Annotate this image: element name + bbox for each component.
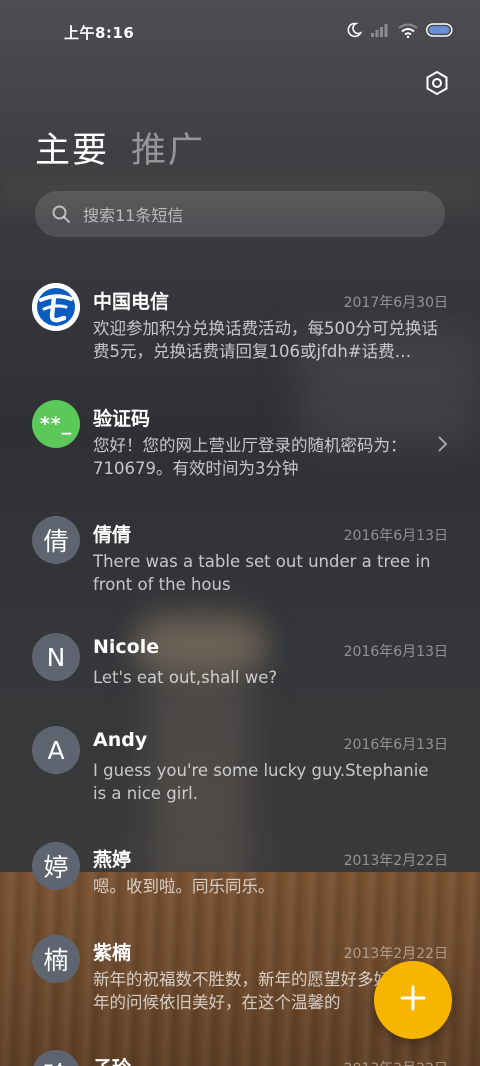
wifi-icon [398,23,418,38]
search-icon [51,204,71,224]
message-date: 2016年6月13日 [343,644,448,660]
sender-name: 子玲 [93,1053,131,1066]
status-bar: 上午8:16 [0,0,480,62]
avatar: N [32,633,80,681]
message-preview: 欢迎参加积分兑换话费活动，每500分可兑换话费5元，兑换话费请回复106或jfd… [93,319,438,361]
china-telecom-logo [32,283,80,331]
sender-name: 倩倩 [93,524,132,546]
avatar: 倩 [32,516,80,564]
sender-name: 燕婷 [93,849,132,871]
message-date: 2016年6月13日 [343,737,448,753]
signal-icon [370,23,390,37]
message-preview: Let's eat out,shall we? [93,668,278,687]
tab-promotions[interactable]: 推广 [131,122,205,173]
list-item[interactable]: N Nicole 2016年6月13日 Let's eat out,shall … [0,633,480,703]
sender-name: Andy [93,729,148,751]
list-item[interactable]: 中国电信 2017年6月30日 欢迎参加积分兑换话费活动，每500分可兑换话费5… [0,283,480,378]
plus-icon [399,984,427,1016]
sender-name: Nicole [93,636,160,658]
moon-icon [346,22,362,38]
avatar: A [32,726,80,774]
status-time: 上午8:16 [64,24,135,42]
message-preview: 您好！您的网上营业厅登录的随机密码为：710679。有效时间为3分钟 [93,436,407,478]
message-date: 2016年6月13日 [343,528,448,544]
list-item[interactable]: 倩 倩倩 2016年6月13日 There was a table set ou… [0,516,480,606]
battery-icon [426,23,454,37]
search-placeholder: 搜索11条短信 [83,206,184,225]
sender-name: 中国电信 [93,291,170,313]
message-date: 2013年2月22日 [343,853,448,869]
message-preview: 嗯。收到啦。同乐同乐。 [93,877,275,896]
list-item[interactable]: 玲 子玲 2013年2月22日 [0,1050,480,1066]
avatar: 玲 [32,1050,80,1066]
sender-name: 紫楠 [93,942,132,964]
message-preview: I guess you're some lucky guy.Stephanie … [93,761,429,803]
message-date: 2013年2月22日 [343,946,448,962]
message-date: 2013年2月22日 [344,1058,448,1066]
list-item[interactable]: A Andy 2016年6月13日 I guess you're some lu… [0,726,480,816]
avatar: 婷 [32,842,80,890]
list-item[interactable]: 婷 燕婷 2013年2月22日 嗯。收到啦。同乐同乐。 [0,842,480,912]
settings-gear-icon[interactable] [424,70,450,96]
tab-primary[interactable]: 主要 [35,122,109,173]
avatar: 楠 [32,935,80,983]
search-bar[interactable]: 搜索11条短信 [35,191,445,237]
message-date: 2017年6月30日 [343,295,448,311]
sender-name: 验证码 [93,408,151,430]
tab-bar: 主要 推广 [35,122,205,173]
chevron-right-icon[interactable] [436,435,448,453]
avatar: **_ [32,400,80,448]
list-item[interactable]: **_ 验证码 您好！您的网上营业厅登录的随机密码为：710679。有效时间为3… [0,400,480,485]
message-preview: There was a table set out under a tree i… [93,552,431,594]
new-message-button[interactable] [374,961,452,1039]
